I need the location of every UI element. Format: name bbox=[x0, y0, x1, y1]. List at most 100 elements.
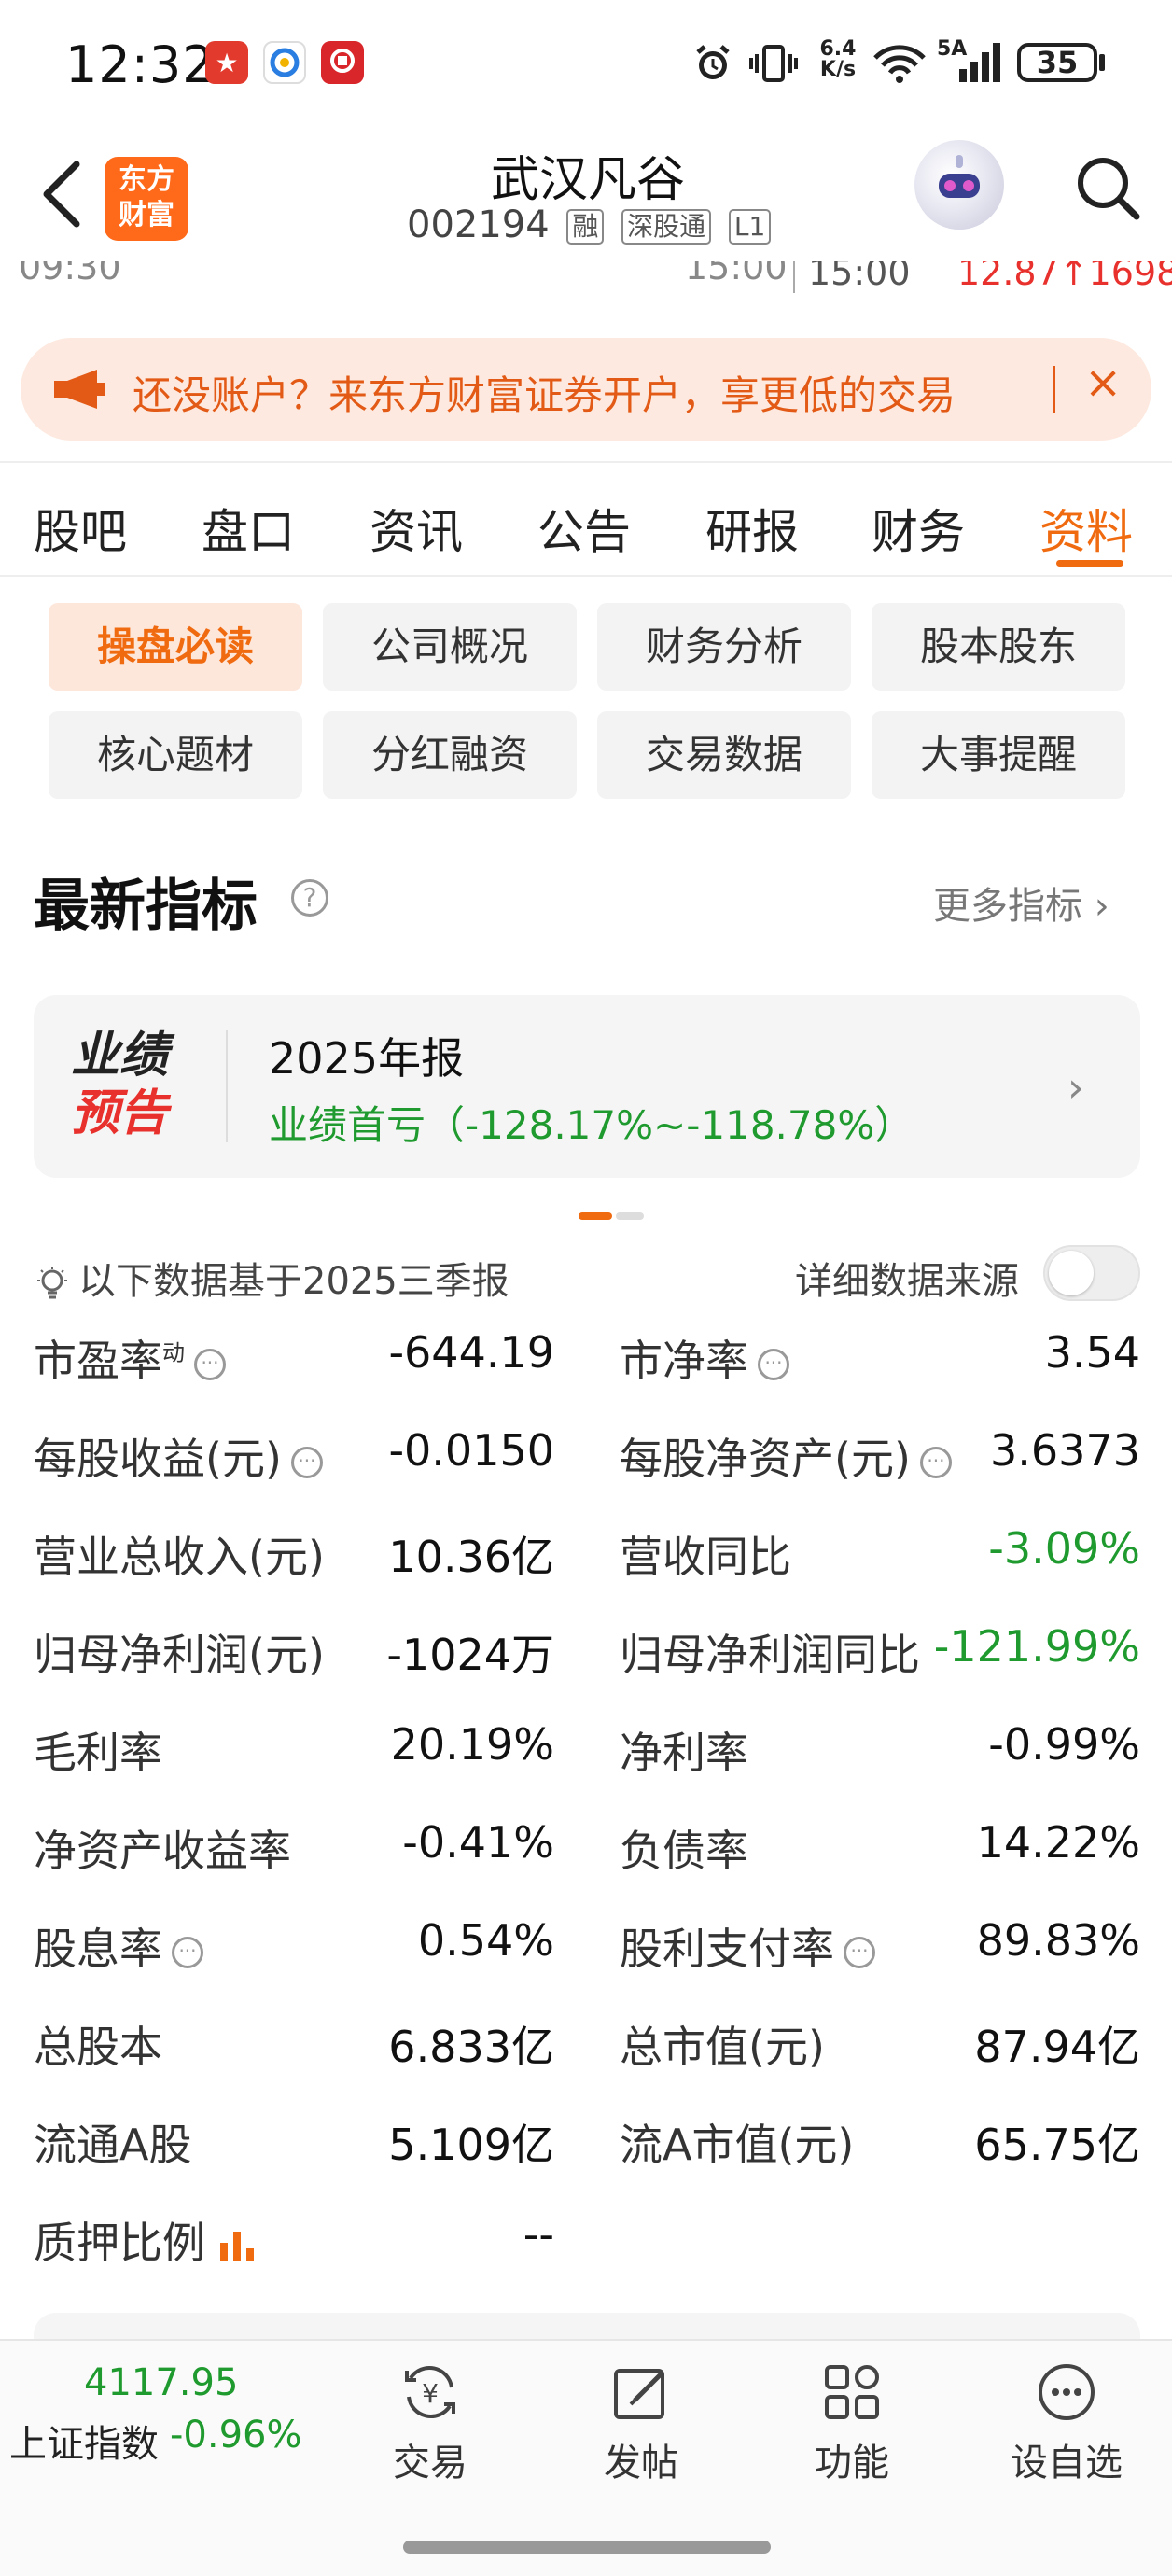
add-watchlist-button[interactable]: 设自选 bbox=[997, 2359, 1137, 2486]
index-value[interactable]: 4117.95 bbox=[84, 2361, 238, 2404]
metric-label-text: 市盈率 bbox=[34, 1336, 162, 1386]
metric-label[interactable]: 市净率 ··· bbox=[620, 1327, 789, 1389]
megaphone-icon bbox=[50, 366, 110, 416]
metric-value: 0.54% bbox=[417, 1915, 554, 1966]
metric-label-text: 流A市值(元) bbox=[620, 2120, 855, 2170]
metric-row: 股息率 ··· 0.54% 股利支付率 ··· 89.83% bbox=[0, 1915, 1172, 2012]
open-account-banner[interactable]: 还没账户？来东方财富证券开户，享更低的交易 × bbox=[21, 338, 1151, 441]
post-button[interactable]: 发帖 bbox=[571, 2359, 711, 2486]
trade-button[interactable]: ¥ 交易 bbox=[360, 2359, 500, 2486]
index-change[interactable]: -0.96% bbox=[170, 2414, 302, 2457]
tab-announcements[interactable]: 公告 bbox=[537, 495, 631, 562]
source-label: 详细数据来源 bbox=[795, 1260, 1019, 1303]
watchlist-label: 设自选 bbox=[1011, 2442, 1123, 2485]
tab-research[interactable]: 研报 bbox=[705, 495, 799, 562]
metric-label[interactable]: 每股净资产(元) ··· bbox=[620, 1425, 952, 1487]
metric-label[interactable]: 市盈率动 ··· bbox=[34, 1327, 226, 1389]
metric-value: -121.99% bbox=[933, 1621, 1140, 1672]
metric-label-text: 股息率 bbox=[34, 1924, 162, 1974]
subtab-dividends[interactable]: 分红融资 bbox=[323, 711, 577, 799]
subtab-events[interactable]: 大事提醒 bbox=[872, 711, 1125, 799]
search-icon bbox=[1078, 158, 1140, 220]
trade-icon: ¥ bbox=[398, 2359, 463, 2425]
metric-value: 65.75亿 bbox=[974, 2120, 1140, 2170]
help-icon[interactable]: ? bbox=[291, 879, 328, 917]
close-icon[interactable]: × bbox=[1084, 357, 1122, 409]
index-name[interactable]: 上证指数 bbox=[9, 2414, 159, 2468]
metric-label: 总股本 bbox=[34, 2013, 162, 2075]
more-indicators-link[interactable]: 更多指标 › bbox=[933, 875, 1109, 930]
alarm-icon bbox=[691, 41, 735, 90]
metric-label[interactable]: 股息率 ··· bbox=[34, 1915, 203, 1977]
info-icon[interactable]: ··· bbox=[919, 1446, 952, 1478]
tab-finance[interactable]: 财务 bbox=[872, 495, 965, 562]
logo-text-line1: 东方 bbox=[119, 163, 174, 196]
app-logo[interactable]: 东方 财富 bbox=[105, 157, 188, 241]
metric-label-text: 净利率 bbox=[620, 1728, 748, 1778]
tab-pankou[interactable]: 盘口 bbox=[202, 495, 295, 562]
main-tabs: 股吧 盘口 资讯 公告 研报 财务 资料 bbox=[0, 461, 1172, 577]
metric-row: 市盈率动 ··· -644.19 市净率 ··· 3.54 bbox=[0, 1327, 1172, 1424]
strip-price: 12.87↑1698 bbox=[957, 261, 1172, 293]
metric-label-text: 营业总收入(元) bbox=[34, 1532, 325, 1582]
data-basis-note: 以下数据基于2025三季报 bbox=[34, 1251, 509, 1305]
browser-notification-icon bbox=[263, 41, 306, 84]
stock-code-row: 002194 融 深股通 L1 bbox=[407, 203, 772, 246]
tab-profile[interactable]: 资料 bbox=[1039, 495, 1133, 562]
subtab-core-themes[interactable]: 核心题材 bbox=[49, 711, 302, 799]
network-speed: 6.4 K/s bbox=[819, 37, 857, 81]
bar-chart-icon[interactable] bbox=[218, 2221, 256, 2272]
metric-label-text: 市净率 bbox=[620, 1336, 748, 1386]
toggle-knob bbox=[1049, 1251, 1094, 1295]
tab-guba[interactable]: 股吧 bbox=[34, 495, 127, 562]
active-tab-indicator bbox=[1056, 560, 1123, 567]
info-icon[interactable]: ··· bbox=[758, 1348, 789, 1380]
subtab-shareholders[interactable]: 股本股东 bbox=[872, 603, 1125, 691]
badge-line1: 业绩 bbox=[71, 1028, 169, 1084]
carousel-dots bbox=[579, 1206, 644, 1220]
subtab-financial-analysis[interactable]: 财务分析 bbox=[597, 603, 851, 691]
metric-label-text: 质押比例 bbox=[34, 2218, 205, 2268]
info-icon[interactable]: ··· bbox=[194, 1348, 226, 1380]
status-time: 12:32 bbox=[65, 35, 216, 94]
data-source-toggle[interactable] bbox=[1043, 1245, 1140, 1301]
connect-tag: 深股通 bbox=[621, 209, 712, 245]
lightbulb-icon bbox=[34, 1265, 71, 1302]
banner-text: 还没账户？来东方财富证券开户，享更低的交易 bbox=[133, 372, 956, 418]
metric-label: 营业总收入(元) bbox=[34, 1523, 325, 1585]
functions-button[interactable]: 功能 bbox=[782, 2359, 922, 2486]
search-button[interactable] bbox=[1071, 151, 1146, 226]
metric-label-text: 总股本 bbox=[34, 2022, 162, 2072]
info-icon[interactable]: ··· bbox=[172, 1936, 203, 1968]
banner-divider bbox=[1053, 366, 1055, 413]
earnings-forecast-card[interactable]: 业绩 预告 2025年报 业绩首亏（-128.17%~-118.78%） › bbox=[34, 995, 1140, 1178]
metric-label[interactable]: 股利支付率 ··· bbox=[620, 1915, 875, 1977]
badge-line2: 预告 bbox=[71, 1085, 169, 1141]
metric-label-text: 营收同比 bbox=[620, 1532, 791, 1582]
home-indicator[interactable] bbox=[403, 2541, 771, 2554]
svg-text:★: ★ bbox=[215, 48, 238, 78]
subtab-must-read[interactable]: 操盘必读 bbox=[49, 603, 302, 691]
metric-label-text: 净资产收益率 bbox=[34, 1826, 291, 1876]
forecast-value: 业绩首亏（-128.17%~-118.78%） bbox=[269, 1102, 914, 1148]
metric-label: 归母净利润同比 bbox=[620, 1621, 920, 1683]
metric-label[interactable]: 每股收益(元) ··· bbox=[34, 1425, 323, 1487]
subtab-company-overview[interactable]: 公司概况 bbox=[323, 603, 577, 691]
tab-news[interactable]: 资讯 bbox=[370, 495, 463, 562]
battery-tip bbox=[1099, 54, 1105, 71]
back-button[interactable] bbox=[35, 157, 91, 231]
metric-value: -- bbox=[523, 2209, 554, 2260]
svg-text:¥: ¥ bbox=[422, 2378, 439, 2409]
app-notification-icon: ★ bbox=[205, 41, 248, 84]
info-icon[interactable]: ··· bbox=[844, 1936, 875, 1968]
assistant-robot-avatar[interactable] bbox=[914, 140, 1004, 230]
metric-label[interactable]: 质押比例 bbox=[34, 2209, 256, 2272]
metric-label: 营收同比 bbox=[620, 1523, 791, 1585]
info-icon[interactable]: ··· bbox=[290, 1446, 323, 1478]
subtab-trading-data[interactable]: 交易数据 bbox=[597, 711, 851, 799]
metric-value: -1024万 bbox=[386, 1630, 554, 1680]
metric-label: 总市值(元) bbox=[620, 2013, 825, 2075]
section-title: 最新指标 bbox=[34, 874, 258, 939]
wifi-icon bbox=[872, 41, 928, 90]
metric-label-superscript: 动 bbox=[162, 1339, 185, 1366]
